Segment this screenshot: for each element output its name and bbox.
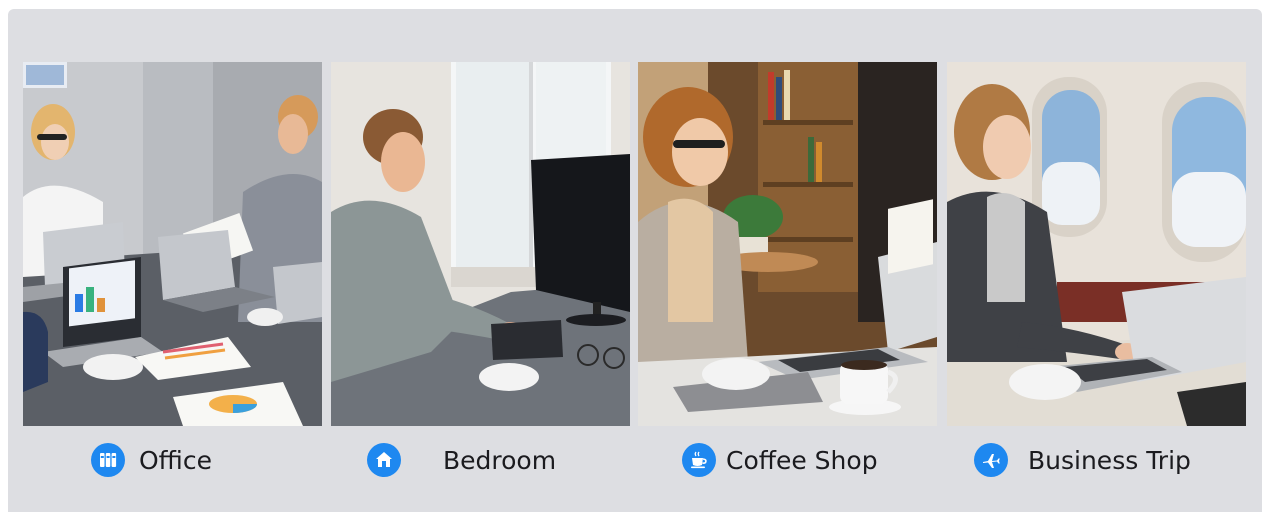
coffee-shop-scene-image [638, 62, 937, 426]
caption-bedroom: Bedroom [367, 440, 556, 480]
bedroom-scene-image [331, 62, 630, 426]
caption-office: Office [91, 440, 212, 480]
binders-icon [91, 443, 125, 477]
airplane-icon [974, 443, 1008, 477]
caption-label: Office [139, 445, 212, 475]
home-icon [367, 443, 401, 477]
caption-coffee-shop: Coffee Shop [682, 440, 878, 480]
office-scene-image [23, 62, 322, 426]
business-trip-scene-image [947, 62, 1246, 426]
caption-business-trip: Business Trip [974, 440, 1191, 480]
caption-label: Bedroom [443, 445, 557, 475]
coffee-cup-icon [682, 443, 716, 477]
caption-label: Coffee Shop [726, 445, 878, 475]
caption-label: Business Trip [1028, 445, 1191, 475]
